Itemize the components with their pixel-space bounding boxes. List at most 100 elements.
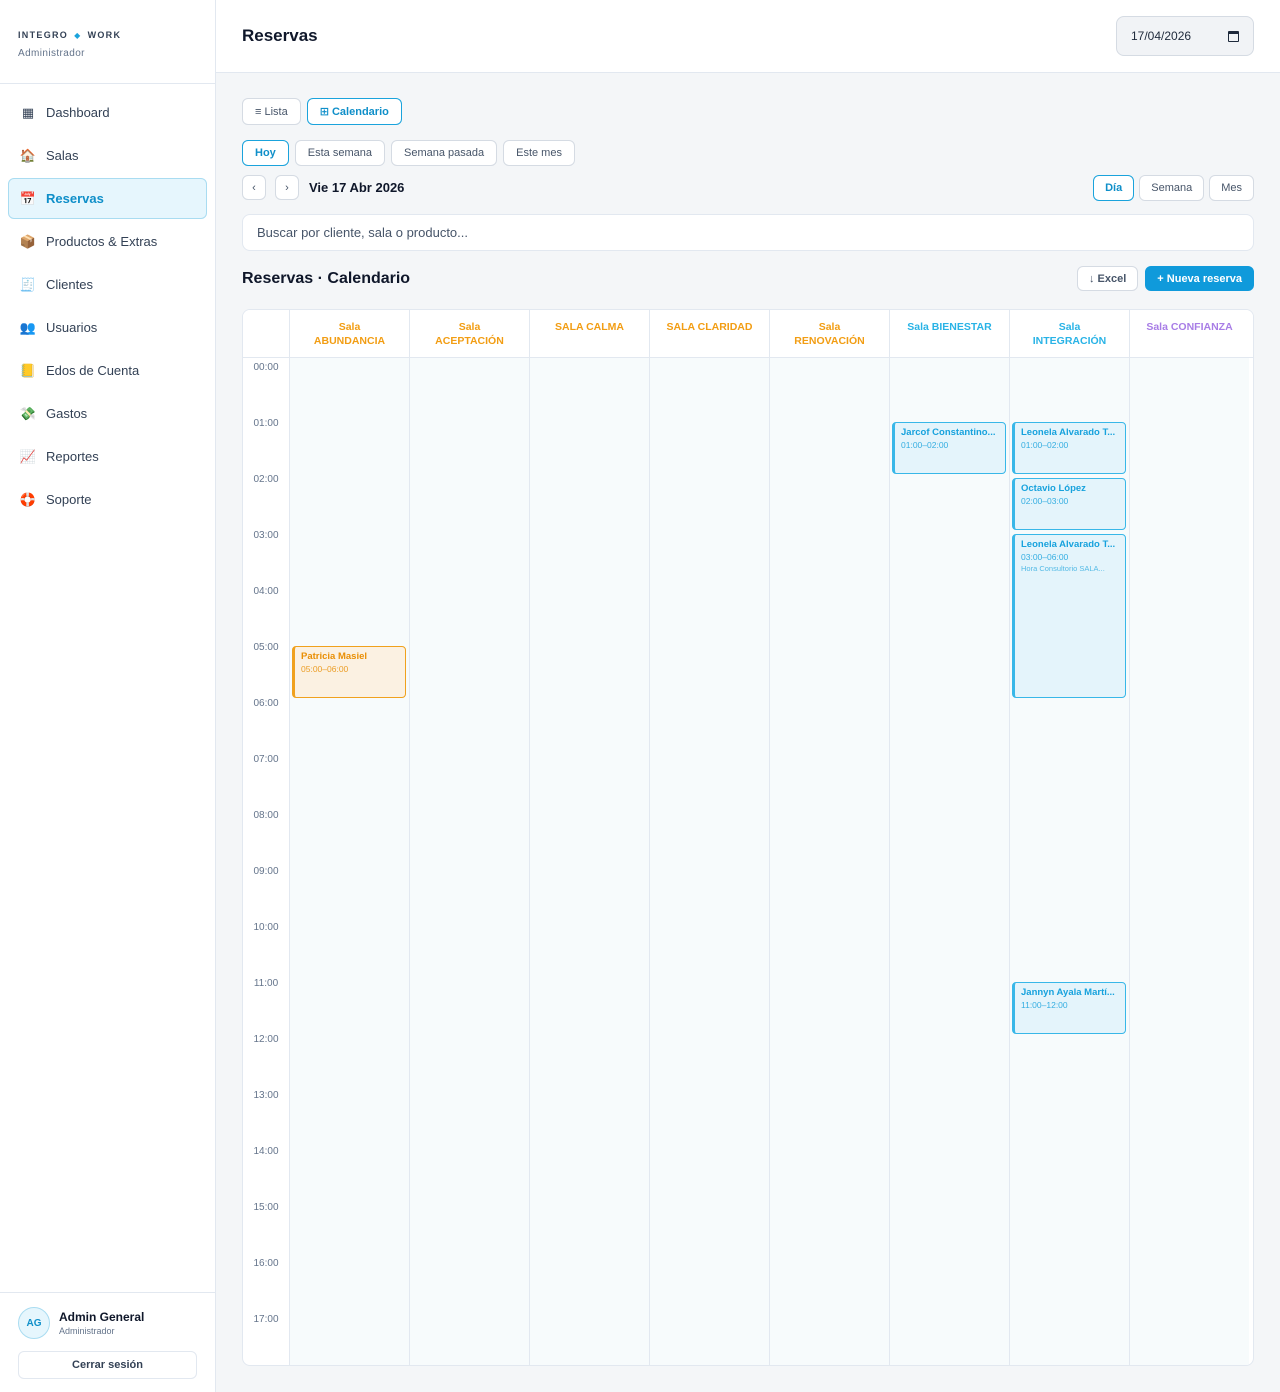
users-icon: 👥 [19, 319, 37, 335]
reservation-event[interactable]: Octavio López 02:00–03:00 [1012, 478, 1126, 530]
sidebar-item-usuarios[interactable]: 👥 Usuarios [8, 307, 207, 348]
time-label: 05:00 [253, 642, 279, 653]
page-title: Reservas [242, 26, 318, 45]
view-toggle: ≡ Lista ⊞ Calendario [242, 98, 402, 125]
user-role: Administrador [59, 1326, 115, 1336]
new-reservation-button[interactable]: + Nueva reserva [1145, 266, 1254, 291]
sidebar-item-reportes[interactable]: 📈 Reportes [8, 436, 207, 477]
brand: INTEGRO ◆ WORK Administrador [0, 0, 215, 84]
sidebar-item-label: Gastos [46, 406, 88, 421]
room-header: Sala ABUNDANCIA [289, 310, 409, 357]
room-header: Sala ACEPTACIÓN [409, 310, 529, 357]
calendar-body: 00:00 01:00 02:00 03:00 04:00 05:00 06:00 07:00… [243, 358, 1253, 1365]
range-last-week-button[interactable]: Semana pasada [390, 140, 498, 166]
range-this-week-button[interactable]: Esta semana [294, 140, 385, 166]
sidebar-item-edos-de-cuenta[interactable]: 📒 Edos de Cuenta [8, 350, 207, 391]
room-column[interactable] [889, 358, 1009, 1365]
day-view-button[interactable]: Día [1093, 175, 1135, 201]
range-this-month-button[interactable]: Este mes [503, 140, 575, 166]
reservation-event[interactable]: Jarcof Constantino... 01:00–02:00 [892, 422, 1006, 474]
event-note: Hora Consultorio SALA... [1021, 564, 1105, 573]
section-title: Reservas · Calendario [242, 270, 411, 287]
section-actions: ↓ Excel + Nueva reserva [1076, 266, 1254, 291]
room-name: Sala [338, 321, 361, 333]
event-title: Patricia Masiel [301, 651, 368, 662]
room-name: Sala [458, 321, 481, 333]
calendar-header: Sala ABUNDANCIA Sala ACEPTACIÓN SALA CALMA SA… [243, 310, 1253, 358]
reservation-event[interactable]: Leonela Alvarado T... 01:00–02:00 [1012, 422, 1126, 474]
reservation-event[interactable]: Leonela Alvarado T... 03:00–06:00 Hora Con… [1012, 534, 1126, 698]
topbar: Reservas 17/04/2026 [216, 0, 1280, 73]
week-view-button[interactable]: Semana [1139, 175, 1205, 201]
sidebar-item-soporte[interactable]: 🛟 Soporte [8, 479, 207, 520]
calendar-view-button[interactable]: ⊞ Calendario [306, 98, 402, 125]
house-icon: 🏠 [19, 147, 37, 163]
user-name: Admin General [59, 1310, 145, 1324]
room-column[interactable] [409, 358, 529, 1365]
span-toggle: Día Semana Mes [1093, 175, 1254, 201]
room-header: SALA CALMA [529, 310, 649, 357]
calendar-icon: 📅 [19, 190, 37, 206]
date-navigation: ‹ › Vie 17 Abr 2026 Día Semana Mes [242, 175, 1254, 201]
time-label: 11:00 [253, 978, 279, 989]
event-time: 01:00–02:00 [1021, 440, 1069, 450]
event-title: Octavio López [1021, 483, 1086, 494]
sidebar-item-gastos[interactable]: 💸 Gastos [8, 393, 207, 434]
reservation-event[interactable]: Jannyn Ayala Martí... 11:00–12:00 [1012, 982, 1126, 1034]
event-title: Leonela Alvarado T... [1021, 539, 1116, 550]
time-label: 02:00 [253, 474, 279, 485]
sidebar-item-label: Reservas [46, 191, 104, 206]
diamond-icon: ◆ [74, 30, 82, 40]
chart-icon: 📈 [19, 448, 37, 464]
excel-export-button[interactable]: ↓ Excel [1076, 266, 1139, 291]
room-column[interactable] [649, 358, 769, 1365]
sidebar-item-productos-extras[interactable]: 📦 Productos & Extras [8, 221, 207, 262]
month-view-button[interactable]: Mes [1209, 175, 1254, 201]
logout-button[interactable]: Cerrar sesión [18, 1351, 197, 1379]
sidebar-item-label: Dashboard [46, 105, 110, 120]
sidebar-item-clientes[interactable]: 🧾 Clientes [8, 264, 207, 305]
sidebar-item-label: Soporte [46, 492, 92, 507]
sidebar-footer: AG Admin General Administrador Cerrar se… [0, 1292, 215, 1392]
room-header: Sala BIENESTAR [889, 310, 1009, 357]
calendar-picker-icon[interactable] [1228, 30, 1239, 42]
sidebar-item-reservas[interactable]: 📅 Reservas [8, 178, 207, 219]
event-time: 11:00–12:00 [1021, 1000, 1068, 1010]
event-title: Jannyn Ayala Martí... [1021, 987, 1115, 998]
room-column[interactable] [529, 358, 649, 1365]
dashboard-icon: ▦ [21, 104, 35, 120]
package-icon: 📦 [19, 233, 37, 249]
room-column[interactable] [289, 358, 409, 1365]
search-input[interactable]: Buscar por cliente, sala o producto... [242, 214, 1254, 251]
date-picker[interactable]: 17/04/2026 [1116, 16, 1254, 56]
prev-day-button[interactable]: ‹ [242, 175, 266, 200]
list-view-button[interactable]: ≡ Lista [242, 98, 301, 125]
room-name-detail: RENOVACIÓN [794, 335, 865, 347]
time-label: 12:00 [253, 1034, 279, 1045]
calendar-grid: Sala ABUNDANCIA Sala ACEPTACIÓN SALA CALMA SA… [242, 309, 1254, 1366]
time-label: 09:00 [253, 866, 279, 877]
sidebar-item-salas[interactable]: 🏠 Salas [8, 135, 207, 176]
room-column[interactable] [769, 358, 889, 1365]
current-date-label: Vie 17 Abr 2026 [309, 180, 405, 195]
room-column[interactable] [1129, 358, 1249, 1365]
room-name-detail: ABUNDANCIA [313, 335, 386, 347]
time-label: 00:00 [253, 362, 279, 373]
time-label: 01:00 [253, 418, 279, 429]
room-name: SALA CALMA [554, 321, 625, 333]
event-title: Jarcof Constantino... [901, 427, 996, 438]
next-day-button[interactable]: › [275, 175, 299, 200]
time-label: 17:00 [253, 1314, 279, 1325]
sidebar-item-label: Edos de Cuenta [46, 363, 140, 378]
event-title: Leonela Alvarado T... [1021, 427, 1116, 438]
sidebar-item-dashboard[interactable]: ▦ Dashboard [8, 92, 207, 133]
avatar: AG [18, 1307, 50, 1339]
date-value: 17/04/2026 [1131, 29, 1192, 43]
room-header: SALA CLARIDAD [649, 310, 769, 357]
reservation-event[interactable]: Patricia Masiel 05:00–06:00 [292, 646, 406, 698]
range-today-button[interactable]: Hoy [242, 140, 289, 166]
brand-logo: INTEGRO ◆ WORK [18, 30, 197, 40]
sidebar-item-label: Productos & Extras [46, 234, 158, 249]
time-label: 07:00 [253, 754, 279, 765]
time-label: 04:00 [253, 586, 279, 597]
